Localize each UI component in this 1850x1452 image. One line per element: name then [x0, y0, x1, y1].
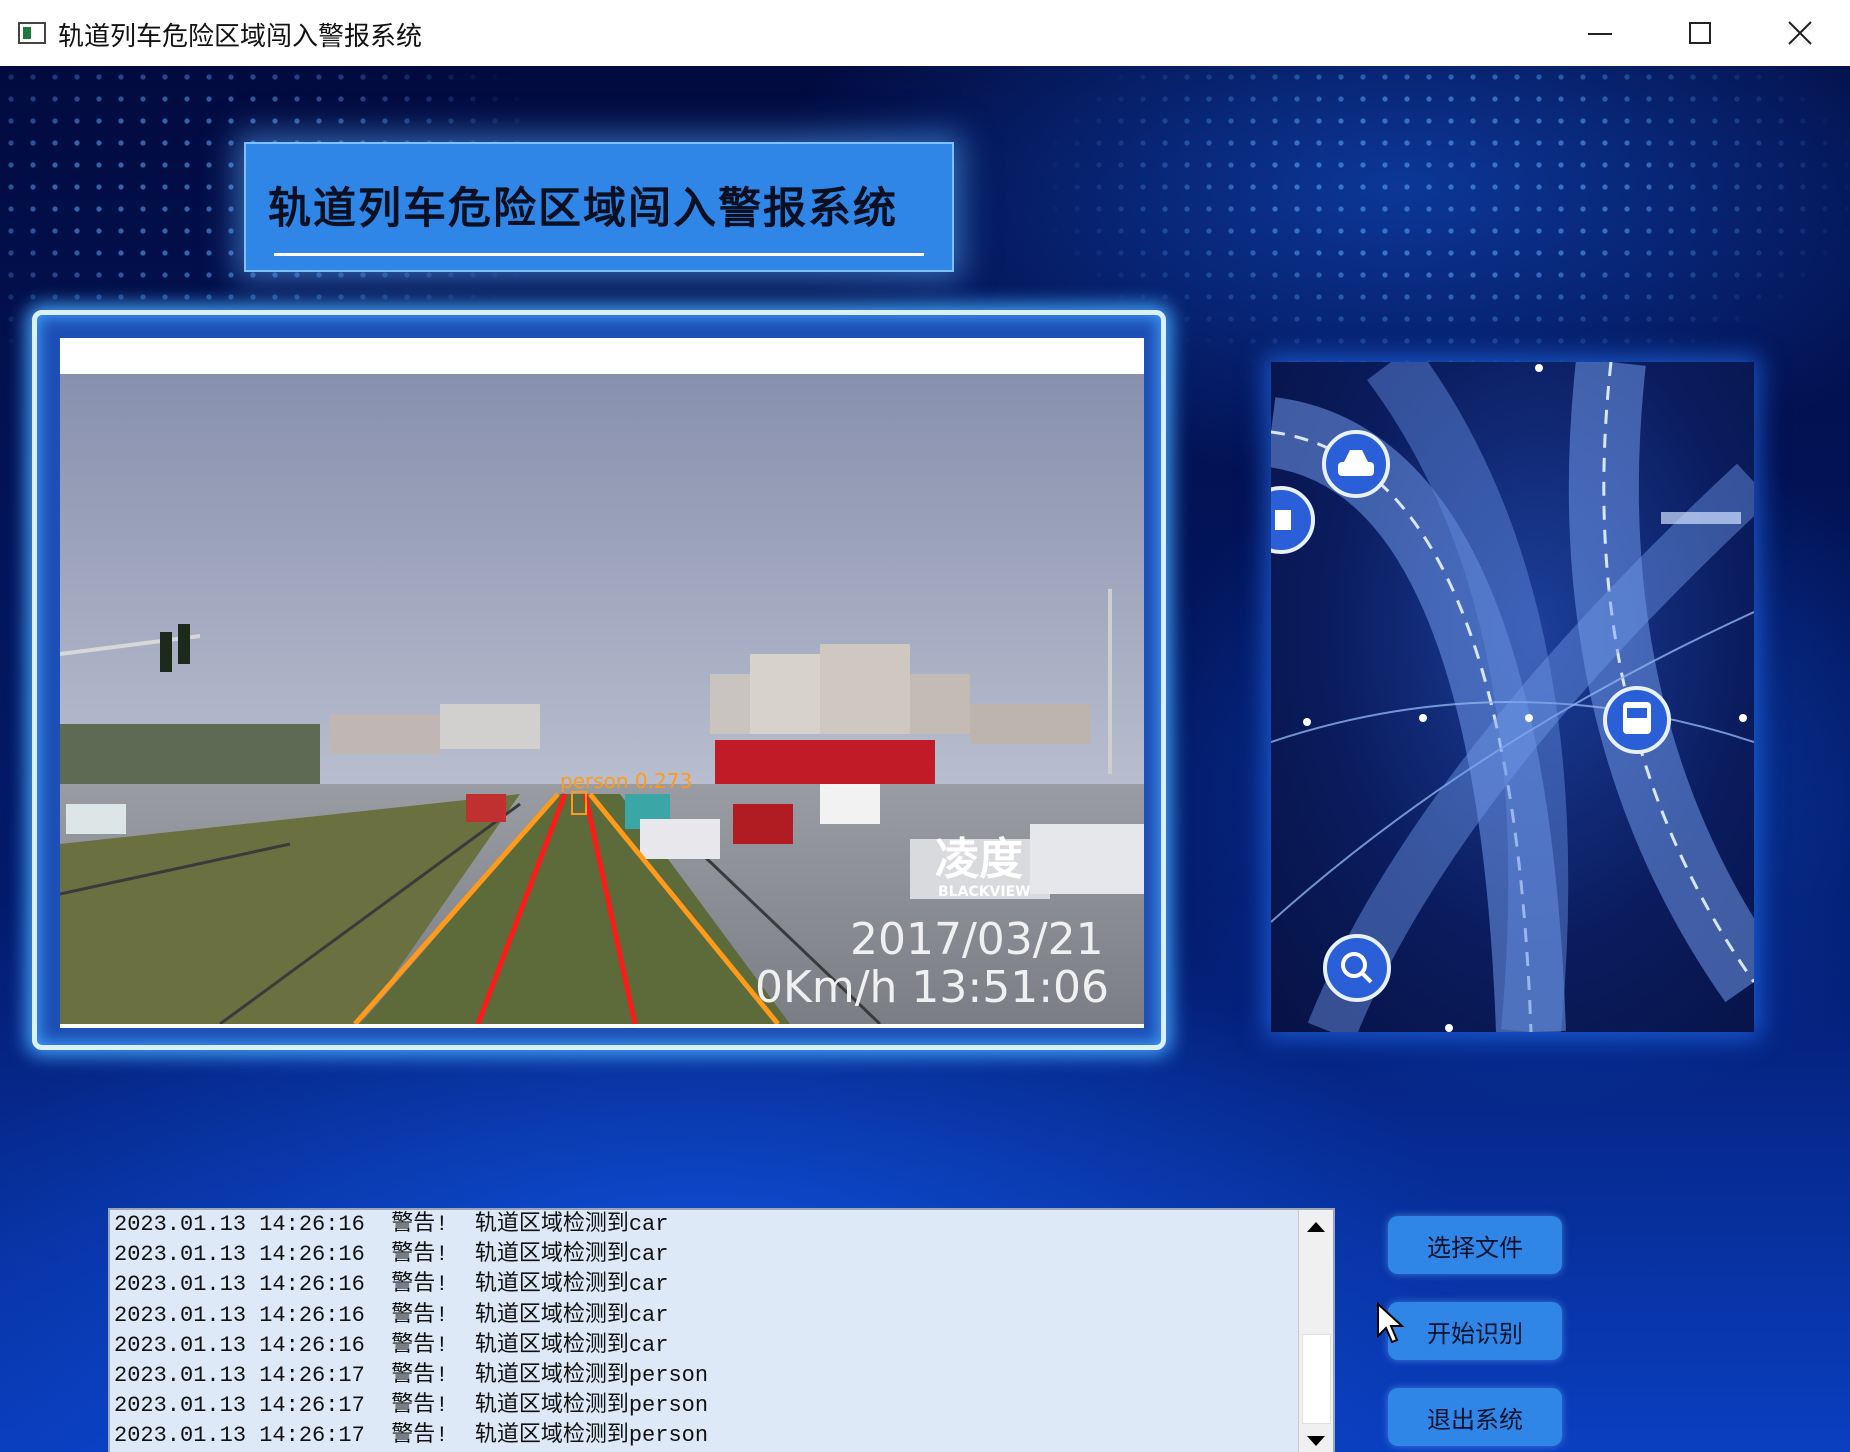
video-date: 2017/03/21 [850, 914, 1104, 965]
log-scrollbar[interactable] [1298, 1210, 1333, 1452]
exit-system-button[interactable]: 退出系统 [1388, 1388, 1562, 1446]
video-display: person 0.273 凌度 BLACKVIEW 2017/03/21 0Km… [60, 338, 1144, 1028]
maximize-button[interactable] [1650, 0, 1750, 66]
city-road-graphic [1271, 362, 1754, 1032]
video-scene: person 0.273 凌度 BLACKVIEW 2017/03/21 0Km… [60, 374, 1144, 1024]
search-icon [1323, 934, 1391, 1002]
title-bar[interactable]: 轨道列车危险区域闯入警报系统 [0, 0, 1850, 67]
banner-underline [274, 253, 924, 256]
close-icon [1788, 21, 1812, 45]
detection-label: person 0.273 [560, 769, 692, 793]
bus-icon [1603, 686, 1671, 754]
mouse-cursor-icon [1377, 1302, 1405, 1344]
video-speed-time: 0Km/h 13:51:06 [755, 962, 1109, 1013]
log-line: 2023.01.13 14:26:16 警告! 轨道区域检测到car [114, 1242, 669, 1268]
log-line: 2023.01.13 14:26:17 警告! 轨道区域检测到person [114, 1363, 709, 1389]
car-icon [1322, 430, 1390, 498]
log-line: 2023.01.13 14:26:16 警告! 轨道区域检测到car [114, 1302, 669, 1328]
minimize-icon [1588, 33, 1612, 35]
log-line: 2023.01.13 14:26:16 警告! 轨道区域检测到car [114, 1272, 669, 1298]
video-scene-graphic: person 0.273 凌度 BLACKVIEW 2017/03/21 0Km… [60, 374, 1144, 1024]
log-line: 2023.01.13 14:26:16 警告! 轨道区域检测到car [114, 1212, 669, 1237]
scroll-up-arrow-icon[interactable] [1299, 1210, 1333, 1244]
maximize-icon [1689, 22, 1711, 44]
truck-icon [1271, 486, 1315, 554]
window-title: 轨道列车危险区域闯入警报系统 [58, 22, 423, 52]
side-image-panel [1271, 362, 1754, 1032]
log-line: 2023.01.13 14:26:17 警告! 轨道区域检测到person [114, 1423, 709, 1449]
app-window: 轨道列车危险区域闯入警报系统 轨道列车危险区域闯入警报系统 person 0.2… [0, 0, 1850, 1452]
watermark-sub: BLACKVIEW [938, 884, 1031, 900]
close-button[interactable] [1750, 0, 1850, 66]
banner-title: 轨道列车危险区域闯入警报系统 [268, 184, 898, 234]
scroll-thumb[interactable] [1302, 1334, 1331, 1424]
log-lines: 2023.01.13 14:26:16 警告! 轨道区域检测到car 2023.… [114, 1210, 1304, 1452]
log-list[interactable]: 2023.01.13 14:26:16 警告! 轨道区域检测到car 2023.… [108, 1208, 1335, 1452]
log-line: 2023.01.13 14:26:16 警告! 轨道区域检测到car [114, 1332, 669, 1358]
app-icon [18, 22, 46, 44]
log-line: 2023.01.13 14:26:17 警告! 轨道区域检测到person [114, 1393, 709, 1419]
scroll-down-arrow-icon[interactable] [1299, 1424, 1333, 1452]
select-file-button[interactable]: 选择文件 [1388, 1216, 1562, 1274]
watermark-brand: 凌度 [935, 834, 1023, 885]
start-recognition-button[interactable]: 开始识别 [1388, 1302, 1562, 1360]
minimize-button[interactable] [1550, 0, 1650, 66]
title-banner: 轨道列车危险区域闯入警报系统 [244, 142, 954, 272]
client-area: 轨道列车危险区域闯入警报系统 person 0.273 凌度 BLACKVIEW… [0, 66, 1850, 1452]
